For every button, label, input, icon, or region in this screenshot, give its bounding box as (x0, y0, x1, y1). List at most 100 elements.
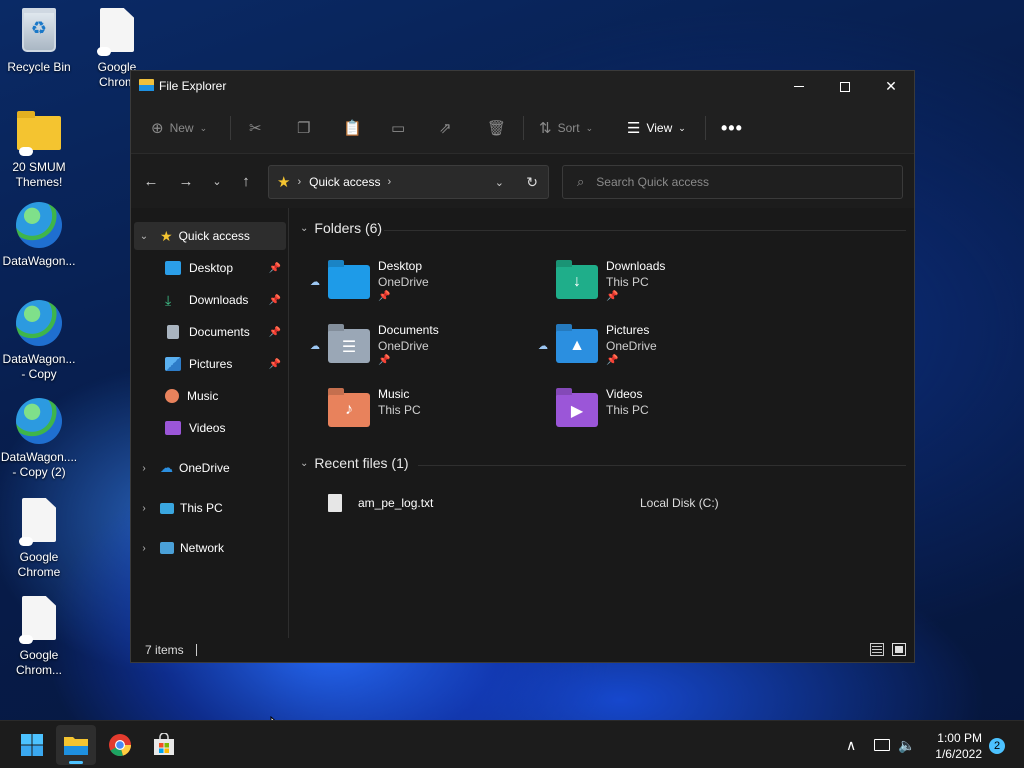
notification-badge[interactable]: 2 (989, 738, 1005, 754)
folder-location: OneDrive (378, 339, 429, 353)
view-label: View (646, 121, 673, 135)
chevron-right-icon: › (142, 502, 146, 514)
recent-files-section-header[interactable]: ⌄ Recent files (1) (300, 455, 409, 471)
show-hidden-icons-button[interactable]: ∧ (846, 721, 856, 768)
sort-label: Sort (557, 121, 580, 135)
file-explorer-window: File Explorer ✕ ⊕ New ⌄ ✂ ❐ 📋 ▭ ⇗ 🗑 ⇅ So… (130, 70, 915, 663)
network-icon (874, 739, 890, 751)
details-view-button[interactable] (870, 643, 884, 656)
more-icon: ••• (721, 117, 743, 138)
chevron-down-icon: ⌄ (678, 122, 686, 133)
network-status-button[interactable] (874, 721, 890, 768)
nav-item-label: Quick access (178, 229, 250, 243)
taskbar-file-explorer[interactable] (56, 725, 96, 765)
search-input[interactable]: Search Quick access (596, 175, 709, 189)
details-view-icon-line (872, 652, 882, 653)
large-icons-view-button[interactable] (892, 643, 906, 656)
cut-button[interactable]: ✂ (249, 115, 262, 141)
pictures-folder-icon: ▲ (556, 329, 598, 363)
details-view-icon-line (872, 649, 882, 650)
folder-icon (15, 108, 63, 156)
sort-button[interactable]: ⇅ Sort ⌄ (539, 115, 593, 141)
mountain-icon: ▲ (569, 337, 585, 354)
nav-item-quick-access[interactable]: ⌄ ★ Quick access (134, 222, 286, 250)
network-icon (160, 542, 174, 554)
clock-button[interactable]: 1:00 PM 1/6/2022 (935, 730, 982, 762)
recent-locations-button[interactable]: ⌄ (205, 169, 229, 193)
videos-icon (165, 421, 181, 435)
refresh-button[interactable]: ↻ (526, 174, 538, 191)
address-dropdown-button[interactable]: ⌄ (495, 176, 504, 189)
nav-item-network[interactable]: › Network (136, 534, 286, 562)
nav-item-onedrive[interactable]: › ☁ OneDrive (136, 454, 286, 482)
minimize-button[interactable] (776, 71, 822, 102)
forward-button[interactable]: → (174, 169, 198, 193)
taskbar-microsoft-store[interactable] (144, 725, 184, 765)
nav-item-pictures[interactable]: Pictures 📌 (165, 350, 287, 378)
nav-item-label: Pictures (189, 357, 233, 371)
nav-item-this-pc[interactable]: › This PC (136, 494, 286, 522)
folder-tile-music[interactable]: ♪ Music This PC (328, 387, 538, 443)
paste-button[interactable]: 📋 (343, 115, 362, 141)
nav-item-desktop[interactable]: Desktop 📌 (165, 254, 287, 282)
nav-item-label: Music (187, 389, 219, 403)
pin-icon: 📌 (268, 326, 281, 338)
videos-folder-icon: ▶ (556, 393, 598, 427)
up-button[interactable]: ↑ (234, 169, 258, 193)
share-button[interactable]: ⇗ (439, 115, 452, 141)
desktop-icon-label: DataWagon.... - Copy (2) (0, 450, 78, 479)
document-icon (93, 8, 141, 56)
cloud-icon: ☁ (538, 341, 548, 352)
close-icon: ✕ (885, 78, 897, 94)
nav-item-documents[interactable]: Documents 📌 (165, 318, 287, 346)
taskbar-chrome[interactable] (100, 725, 140, 765)
folder-tile-downloads[interactable]: ↓ Downloads This PC 📌 (556, 259, 766, 315)
view-button[interactable]: ☰ View ⌄ (627, 115, 686, 141)
desktop-icon-label: 20 SMUM Themes! (12, 160, 66, 189)
desktop-icon-datawagon[interactable]: DataWagon... (0, 202, 78, 269)
large-icons-view-icon (895, 646, 903, 653)
address-location[interactable]: Quick access (309, 175, 380, 189)
chevron-right-icon: › (142, 542, 146, 554)
maximize-button[interactable] (822, 71, 868, 102)
download-icon: ↓ (573, 273, 581, 290)
title-bar[interactable]: File Explorer ✕ (131, 71, 914, 102)
folder-name: Documents (378, 323, 439, 337)
folder-tile-desktop[interactable]: ☁ Desktop OneDrive 📌 (310, 259, 538, 315)
desktop-icon-google-chrome-3[interactable]: Google Chrom... (0, 596, 78, 678)
document-icon (15, 596, 63, 644)
rename-button[interactable]: ▭ (391, 115, 405, 141)
new-button[interactable]: ⊕ New ⌄ (151, 115, 207, 141)
pin-icon: 📌 (268, 262, 281, 274)
nav-item-music[interactable]: Music (165, 382, 287, 410)
folder-name: Videos (606, 387, 643, 401)
desktop-icon-smum-themes[interactable]: 20 SMUM Themes! (0, 108, 78, 190)
folder-location: This PC (378, 403, 421, 417)
desktop-icon-datawagon-copy[interactable]: DataWagon... - Copy (0, 300, 78, 382)
desktop-icon-recycle-bin[interactable]: Recycle Bin (0, 8, 78, 75)
folder-tile-documents[interactable]: ☁ ☰ Documents OneDrive 📌 (310, 323, 538, 379)
music-icon (165, 389, 179, 403)
copy-button[interactable]: ❐ (297, 115, 310, 141)
pin-icon: 📌 (606, 355, 619, 366)
nav-item-downloads[interactable]: ⤓ Downloads 📌 (165, 286, 287, 314)
details-view-icon (872, 646, 882, 647)
folders-section-header[interactable]: ⌄ Folders (6) (300, 220, 382, 236)
recent-file-row[interactable]: am_pe_log.txt Local Disk (C:) (328, 491, 888, 515)
chevron-down-icon: ⌄ (300, 457, 309, 469)
close-button[interactable]: ✕ (868, 71, 914, 102)
delete-button[interactable]: 🗑 (487, 115, 506, 141)
desktop-icon-datawagon-copy-2[interactable]: DataWagon.... - Copy (2) (0, 398, 78, 480)
see-more-button[interactable]: ••• (721, 115, 743, 141)
file-location: Local Disk (C:) (640, 496, 719, 510)
start-button[interactable] (12, 725, 52, 765)
folder-tile-videos[interactable]: ▶ Videos This PC (556, 387, 766, 443)
address-bar[interactable]: ★ › Quick access › ⌄ ↻ (268, 165, 549, 199)
search-box[interactable]: ⌕ Search Quick access (562, 165, 903, 199)
back-button[interactable]: ← (139, 169, 163, 193)
nav-item-videos[interactable]: Videos (165, 414, 287, 442)
folder-tile-pictures[interactable]: ☁ ▲ Pictures OneDrive 📌 (538, 323, 766, 379)
desktop-icon-google-chrome-2[interactable]: Google Chrome (0, 498, 78, 580)
folder-location: This PC (606, 275, 649, 289)
volume-button[interactable]: 🔈 (898, 721, 915, 768)
